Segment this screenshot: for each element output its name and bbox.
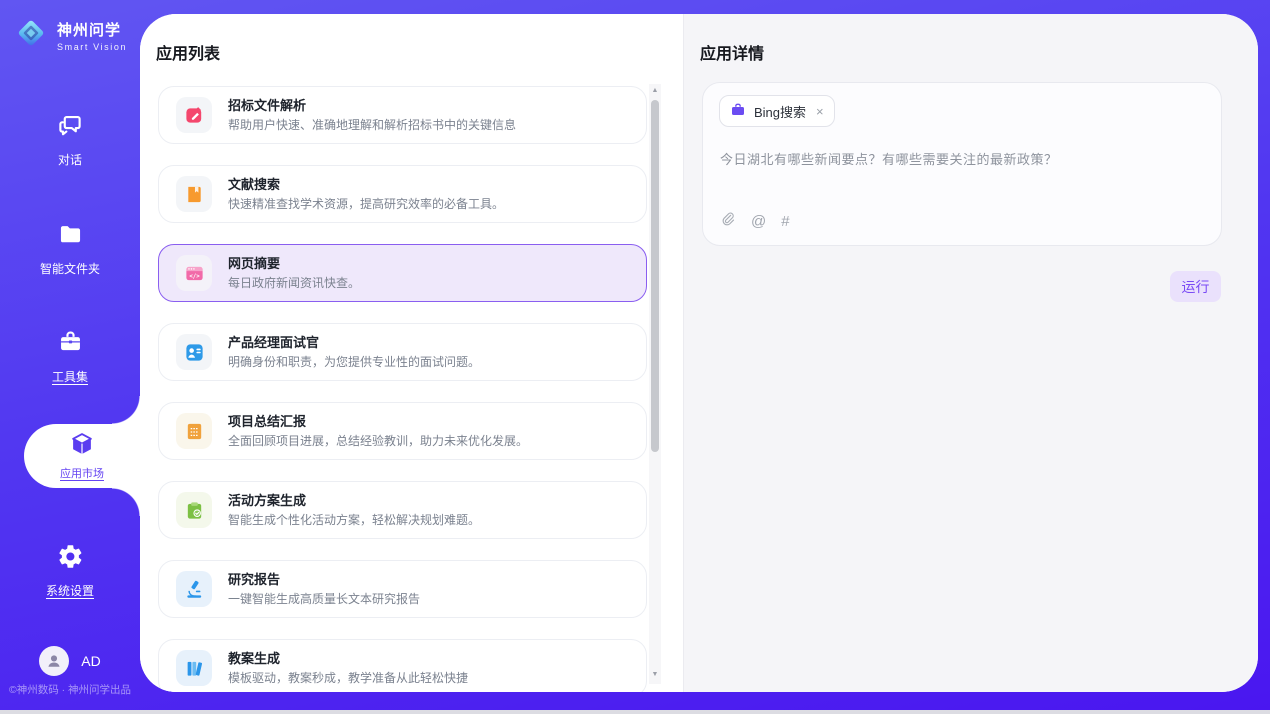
app-card-desc: 帮助用户快速、准确地理解和解析招标书中的关键信息 (228, 119, 516, 131)
prompt-text[interactable]: 今日湖北有哪些新闻要点？有哪些需要关注的最新政策？ (720, 149, 1200, 168)
main-content: 应用列表 招标文件解析 帮助用户快速、准确地理解和解析招标书中的关键信息 (140, 14, 1258, 692)
brand-name: 神州问学 (57, 19, 127, 40)
bottom-edge (0, 710, 1270, 714)
app-card-title: 招标文件解析 (228, 99, 516, 112)
app-card-research-report[interactable]: 研究报告 一键智能生成高质量长文本研究报告 (158, 560, 647, 618)
chat-icon (57, 126, 84, 143)
hash-icon[interactable]: # (781, 213, 789, 230)
report-note-icon (176, 413, 212, 449)
sidebar-item-settings[interactable]: 系统设置 (0, 543, 140, 599)
app-card-title: 网页摘要 (228, 257, 360, 270)
sidebar: 神州问学 Smart Vision 对话 智能文件夹 (0, 0, 140, 710)
sidebar-item-smart-folder[interactable]: 智能文件夹 (0, 221, 140, 277)
composer-toolbar: @ # (719, 210, 790, 232)
browser-code-icon: </> (176, 255, 212, 291)
folder-icon (57, 235, 84, 252)
app-card-bid-parsing[interactable]: 招标文件解析 帮助用户快速、准确地理解和解析招标书中的关键信息 (158, 86, 647, 144)
scrollbar-thumb[interactable] (651, 100, 659, 452)
clipboard-check-icon (176, 492, 212, 528)
svg-text:</>: </> (189, 273, 200, 279)
app-card-title: 研究报告 (228, 573, 420, 586)
sidebar-item-label: 应用市场 (60, 465, 104, 481)
app-card-title: 文献搜索 (228, 178, 504, 191)
app-card-title: 教案生成 (228, 652, 468, 665)
app-card-title: 产品经理面试官 (228, 336, 480, 349)
app-card-list: 招标文件解析 帮助用户快速、准确地理解和解析招标书中的关键信息 文献搜索 快速精… (158, 86, 647, 692)
scroll-down-icon[interactable]: ▼ (649, 670, 661, 680)
brand-logo: 神州问学 Smart Vision (12, 14, 127, 57)
app-list-title: 应用列表 (156, 40, 220, 64)
app-card-event-plan[interactable]: 活动方案生成 智能生成个性化活动方案，轻松解决规划难题。 (158, 481, 647, 539)
app-list-pane: 应用列表 招标文件解析 帮助用户快速、准确地理解和解析招标书中的关键信息 (140, 14, 683, 692)
book-icon (176, 176, 212, 212)
paperclip-icon[interactable] (719, 210, 736, 232)
sidebar-item-label: 智能文件夹 (0, 260, 140, 277)
books-icon (176, 650, 212, 686)
app-card-desc: 模板驱动，教案秒成，教学准备从此轻松快捷 (228, 672, 468, 684)
sidebar-item-label: 工具集 (0, 368, 140, 385)
app-detail-title: 应用详情 (700, 40, 764, 64)
sidebar-item-label: 系统设置 (0, 582, 140, 599)
at-icon[interactable]: @ (751, 213, 766, 230)
app-card-desc: 全面回顾项目进展，总结经验教训，助力未来优化发展。 (228, 435, 528, 447)
sidebar-item-chat[interactable]: 对话 (0, 112, 140, 168)
tool-tag-label: Bing搜索 (754, 102, 806, 121)
app-card-desc: 智能生成个性化活动方案，轻松解决规划难题。 (228, 514, 480, 526)
tool-tag-bing-search[interactable]: Bing搜索 × (719, 95, 835, 127)
sidebar-item-app-market-active[interactable]: 应用市场 (24, 424, 140, 488)
user-badge[interactable]: AD (0, 646, 140, 676)
app-card-desc: 一键智能生成高质量长文本研究报告 (228, 593, 420, 605)
app-card-web-summary-selected[interactable]: </> 网页摘要 每日政府新闻资讯快查。 (158, 244, 647, 302)
active-tab-fillet-top (112, 396, 140, 424)
app-card-desc: 明确身份和职责，为您提供专业性的面试问题。 (228, 356, 480, 368)
app-card-desc: 每日政府新闻资讯快查。 (228, 277, 360, 289)
microscope-icon (176, 571, 212, 607)
sidebar-item-toolset[interactable]: 工具集 (0, 329, 140, 385)
app-card-pm-interviewer[interactable]: 产品经理面试官 明确身份和职责，为您提供专业性的面试问题。 (158, 323, 647, 381)
brand-tagline: Smart Vision (57, 42, 127, 52)
app-card-literature-search[interactable]: 文献搜索 快速精准查找学术资源，提高研究效率的必备工具。 (158, 165, 647, 223)
sidebar-item-label: 对话 (0, 151, 140, 168)
avatar (39, 646, 69, 676)
app-card-project-summary[interactable]: 项目总结汇报 全面回顾项目进展，总结经验教训，助力未来优化发展。 (158, 402, 647, 460)
copyright-text: ©神州数码 · 神州问学出品 (0, 682, 140, 697)
app-card-lesson-plan[interactable]: 教案生成 模板驱动，教案秒成，教学准备从此轻松快捷 (158, 639, 647, 692)
interviewer-icon (176, 334, 212, 370)
diamond-logo-icon (12, 14, 50, 57)
cube-icon (69, 431, 95, 462)
active-tab-fillet-bottom (112, 488, 140, 516)
edit-document-icon (176, 97, 212, 133)
app-list-scrollbar[interactable]: ▲ ▼ (649, 84, 661, 684)
app-card-title: 项目总结汇报 (228, 415, 528, 428)
user-initials: AD (81, 653, 100, 669)
briefcase-icon (730, 102, 746, 121)
scroll-up-icon[interactable]: ▲ (649, 86, 661, 96)
close-icon[interactable]: × (816, 104, 824, 119)
toolbox-icon (57, 343, 84, 360)
app-card-desc: 快速精准查找学术资源，提高研究效率的必备工具。 (228, 198, 504, 210)
app-detail-pane: 应用详情 Bing搜索 × 今日湖北有哪些新闻要点？有哪些需要关注的最新政策？ (683, 14, 1258, 692)
prompt-composer[interactable]: Bing搜索 × 今日湖北有哪些新闻要点？有哪些需要关注的最新政策？ @ # (702, 82, 1222, 246)
app-card-title: 活动方案生成 (228, 494, 480, 507)
run-button[interactable]: 运行 (1170, 271, 1221, 302)
gear-icon (57, 557, 84, 574)
